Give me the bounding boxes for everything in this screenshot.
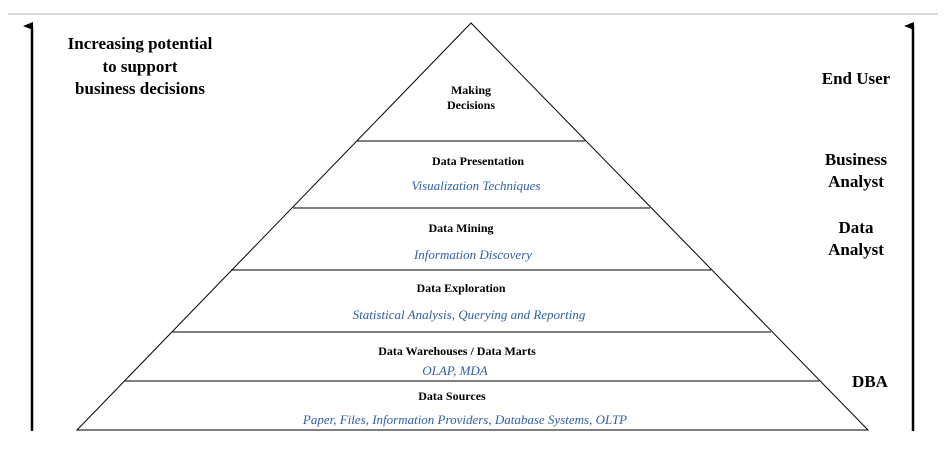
layer-data-exploration-subtitle: Statistical Analysis, Querying and Repor…: [353, 307, 586, 322]
layer-data-presentation-title: Data Presentation: [432, 154, 524, 168]
layer-making-decisions-title-2: Decisions: [447, 98, 495, 112]
layer-data-exploration-title: Data Exploration: [416, 281, 505, 295]
layer-making-decisions-title-1: Making: [451, 83, 491, 97]
left-caption-line-2: to support: [102, 57, 177, 76]
layer-data-mining-title: Data Mining: [428, 221, 493, 235]
left-caption-line-1: Increasing potential: [68, 34, 213, 53]
role-business-analyst-line-1: Business: [825, 150, 888, 169]
layer-data-mining-subtitle: Information Discovery: [413, 247, 532, 262]
role-data-analyst-line-1: Data: [839, 218, 874, 237]
layer-data-sources-subtitle: Paper, Files, Information Providers, Dat…: [302, 412, 627, 427]
data-mining-pyramid-diagram: Increasing potential to support business…: [8, 13, 938, 431]
layer-data-presentation-subtitle: Visualization Techniques: [412, 178, 541, 193]
role-end-user: End User: [822, 69, 891, 88]
role-dba: DBA: [852, 372, 889, 391]
role-data-analyst-line-2: Analyst: [828, 240, 884, 259]
role-business-analyst-line-2: Analyst: [828, 172, 884, 191]
layer-data-warehouses-subtitle: OLAP, MDA: [422, 363, 488, 378]
left-caption-line-3: business decisions: [75, 79, 205, 98]
layer-data-sources-title: Data Sources: [418, 389, 486, 403]
layer-data-warehouses-title: Data Warehouses / Data Marts: [378, 344, 536, 358]
